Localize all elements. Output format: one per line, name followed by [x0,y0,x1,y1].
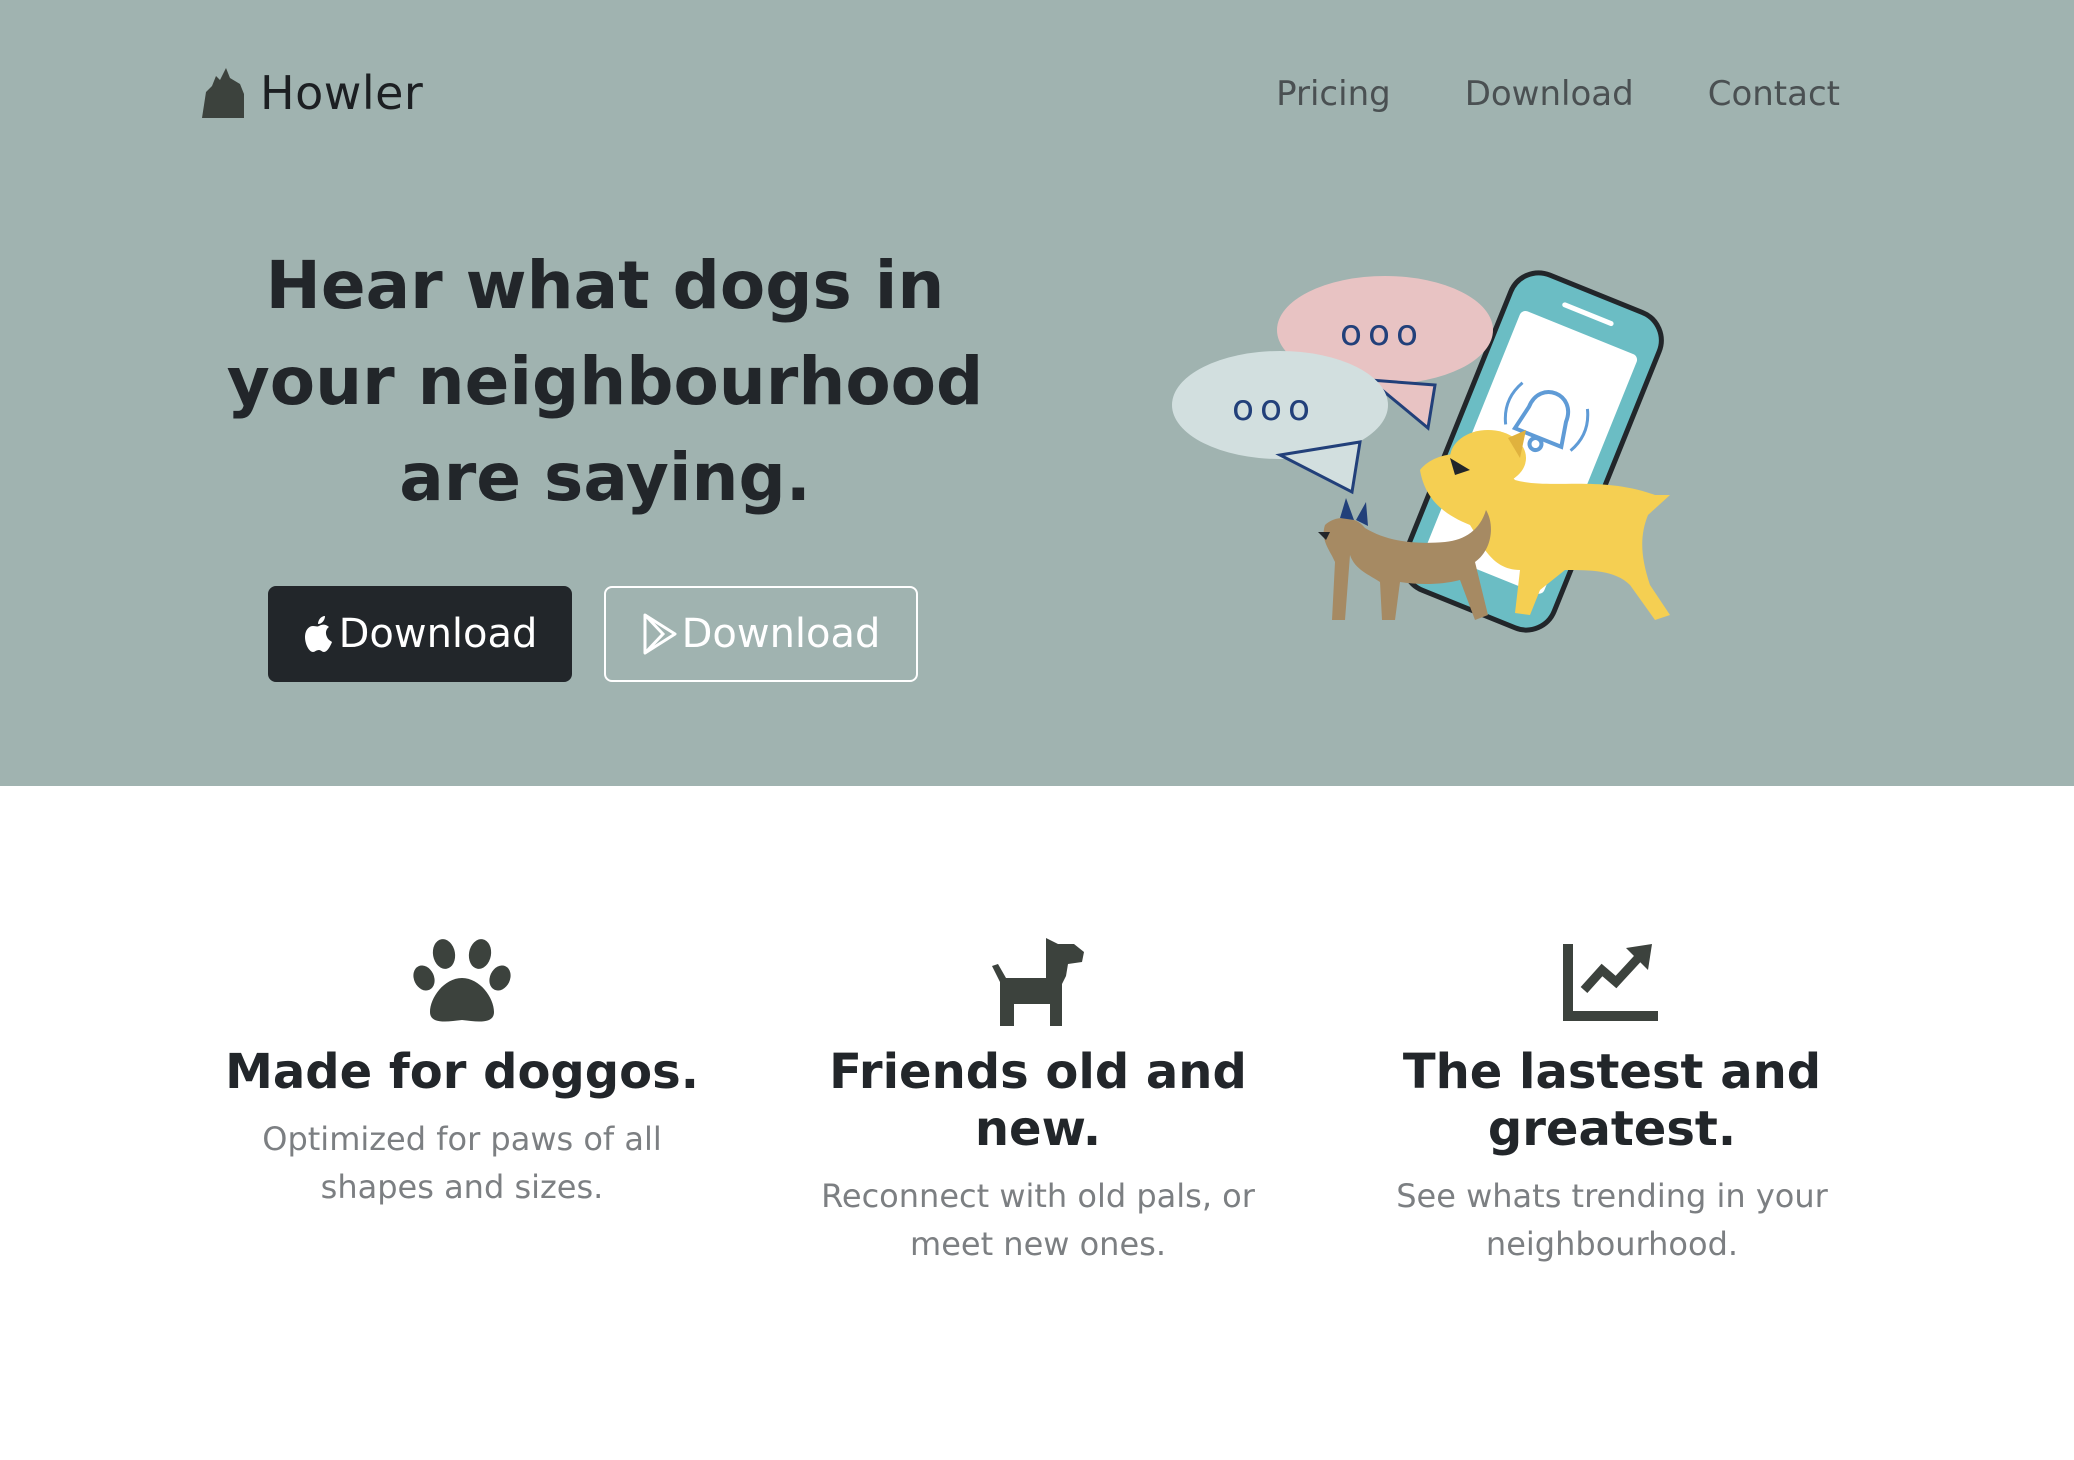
howling-wolf-icon [202,68,244,118]
dogs-with-phone-and-speech-bubbles-illustration: ooo ooo [1172,270,1670,633]
brand[interactable]: Howler [200,66,423,120]
feature-text: Optimized for paws of all shapes and siz… [262,1120,662,1206]
hero-headline: Hear what dogs in your neighbourhood are… [226,247,984,516]
feature-latest-and-greatest: The lastest and greatest. See whats tren… [1352,936,1872,1268]
app-store-download-label: Download [338,611,538,657]
app-store-download-button[interactable]: Download [268,586,572,682]
svg-text:ooo: ooo [1232,388,1316,429]
google-play-download-button[interactable]: Download [604,586,918,682]
feature-title: Made for doggos. [225,1044,699,1100]
brand-name: Howler [260,66,424,120]
svg-text:ooo: ooo [1340,313,1424,354]
hero-section: Howler Pricing Download Contact Hear wha… [0,0,2074,786]
feature-title: The lastest and greatest. [1402,1044,1822,1157]
feature-made-for-doggos: Made for doggos. Optimized for paws of a… [202,936,722,1211]
feature-friends-old-and-new: Friends old and new. Reconnect with old … [778,936,1298,1268]
nav-link-contact[interactable]: Contact [1708,74,1840,114]
feature-text: Reconnect with old pals, or meet new one… [821,1177,1255,1263]
features-section: Made for doggos. Optimized for paws of a… [0,786,2074,1460]
nav-link-download[interactable]: Download [1465,74,1634,114]
nav-link-pricing[interactable]: Pricing [1276,74,1391,114]
feature-text: See whats trending in your neighbourhood… [1396,1177,1828,1263]
apple-icon [304,616,332,652]
trending-chart-icon [1563,944,1658,1021]
top-nav: Pricing Download Contact [1276,74,1840,114]
google-play-icon [643,613,677,655]
dog-icon [992,938,1084,1026]
google-play-download-label: Download [681,611,881,657]
paw-icon [413,939,511,1022]
feature-title: Friends old and new. [829,1044,1247,1157]
